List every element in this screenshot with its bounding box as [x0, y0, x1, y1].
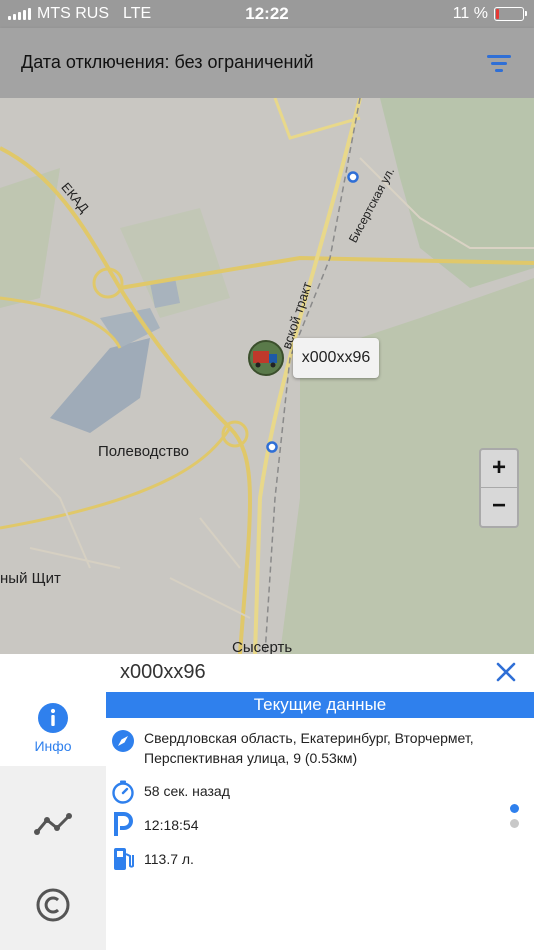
app-header: Дата отключения: без ограничений [0, 28, 534, 98]
zoom-control: + − [479, 448, 519, 528]
fuel-row: 113.7 л. [110, 846, 510, 872]
tab-info[interactable]: Инфо [0, 692, 106, 766]
parking-row: 12:18:54 [110, 812, 510, 838]
battery-level [496, 9, 499, 19]
compass-icon [112, 730, 134, 752]
vehicle-callout[interactable]: х000хх96 [293, 338, 379, 378]
zoom-out-button[interactable]: − [481, 488, 517, 526]
stopwatch-icon [112, 780, 134, 804]
battery-icon [494, 7, 527, 21]
details-panel: Инфо х000хх96 Текущие данные Свердловска… [0, 654, 534, 950]
truck-icon [253, 351, 277, 368]
plate-row: х000хх96 [106, 654, 534, 692]
close-button[interactable] [494, 660, 518, 684]
map-view[interactable]: ЕКАД вской тракт Бисертская ул. Полеводс… [0, 98, 534, 654]
fuel-text: 113.7 л. [144, 851, 194, 867]
map-label-shchit: ный Щит [0, 570, 61, 587]
close-icon [496, 662, 516, 682]
page-dot-active[interactable] [510, 804, 519, 813]
parking-icon [114, 812, 133, 836]
track-icon [34, 813, 72, 835]
last-update-text: 58 сек. назад [144, 783, 230, 799]
address-row: Свердловская область, Екатеринбург, Втор… [110, 728, 510, 768]
filter-lines-icon [487, 55, 511, 72]
status-bar: MTS RUS LTE 12:22 11 % [0, 0, 534, 28]
last-update-row: 58 сек. назад [110, 779, 510, 805]
page-indicator [510, 804, 520, 834]
filter-button[interactable] [484, 50, 514, 76]
tab-copyright[interactable] [0, 888, 106, 938]
page-dot[interactable] [510, 819, 519, 828]
tab-track[interactable] [0, 812, 106, 862]
address-text: Свердловская область, Екатеринбург, Втор… [144, 730, 474, 766]
panel-sidebar: Инфо [0, 692, 106, 950]
vehicle-marker[interactable] [248, 340, 284, 376]
zoom-in-button[interactable]: + [481, 450, 517, 488]
tab-info-label: Инфо [34, 738, 72, 754]
status-right: 11 % [452, 5, 527, 23]
info-icon [38, 703, 68, 733]
vehicle-plate: х000хх96 [120, 661, 206, 683]
battery-percent: 11 % [452, 5, 488, 22]
copyright-icon [36, 888, 70, 922]
panel-content: х000хх96 Текущие данные Свердловская обл… [106, 654, 534, 950]
page-title: Дата отключения: без ограничений [21, 52, 314, 72]
section-title: Текущие данные [106, 692, 534, 718]
fuel-icon [114, 848, 134, 870]
parking-time-text: 12:18:54 [144, 817, 199, 833]
map-label-sysert: Сысерть [232, 639, 293, 654]
map-label-polevodstvo: Полеводство [98, 443, 189, 460]
